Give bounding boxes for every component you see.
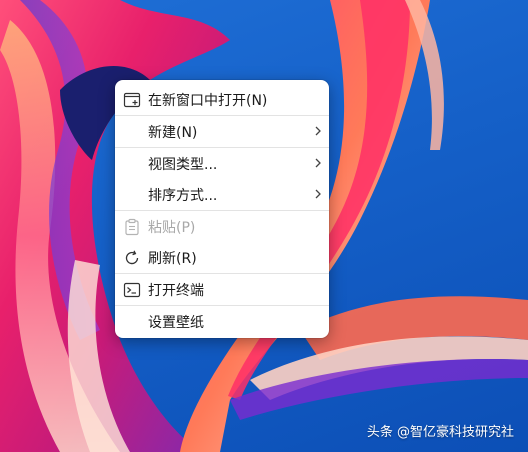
menu-label-set-wallpaper: 设置壁纸 [148,314,204,331]
clipboard-icon [125,218,139,236]
chevron-right-icon [315,126,321,136]
menu-item-open-terminal[interactable]: 打开终端 [115,274,329,305]
menu-item-sort-by[interactable]: 排序方式... [115,179,329,210]
menu-label-sort-by: 排序方式... [148,187,218,204]
desktop[interactable]: 在新窗口中打开(N) 新建(N) 视图类型... 排序方式... 粘贴(P) 刷… [0,0,528,452]
menu-item-open-new-window[interactable]: 在新窗口中打开(N) [115,84,329,115]
menu-label-refresh: 刷新(R) [148,250,197,267]
chevron-right-icon [315,189,321,199]
menu-label-new: 新建(N) [148,124,198,141]
menu-label-paste: 粘贴(P) [148,219,196,236]
context-menu: 在新窗口中打开(N) 新建(N) 视图类型... 排序方式... 粘贴(P) 刷… [115,80,329,338]
terminal-icon [123,282,141,298]
menu-label-open-terminal: 打开终端 [148,282,204,299]
menu-label-open-new-window: 在新窗口中打开(N) [148,92,268,109]
menu-item-paste: 粘贴(P) [115,211,329,242]
menu-item-set-wallpaper[interactable]: 设置壁纸 [115,306,329,337]
menu-item-refresh[interactable]: 刷新(R) [115,242,329,273]
menu-item-view-type[interactable]: 视图类型... [115,148,329,179]
menu-label-view-type: 视图类型... [148,156,218,173]
new-window-icon [123,92,141,108]
menu-item-new[interactable]: 新建(N) [115,116,329,147]
watermark: 头条 @智亿豪科技研究社 [366,425,514,440]
refresh-icon [125,250,139,265]
chevron-right-icon [315,158,321,168]
